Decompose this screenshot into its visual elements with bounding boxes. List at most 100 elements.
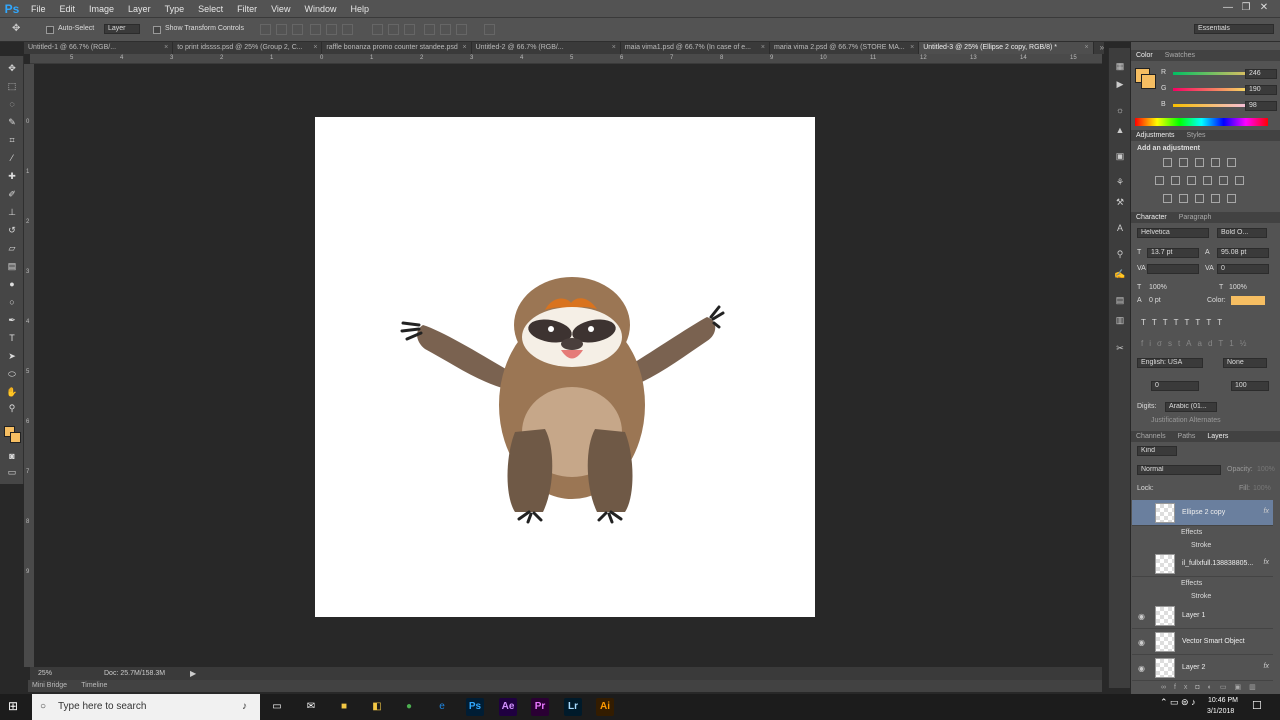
clone-source-icon[interactable]: ⚘ xyxy=(1114,176,1126,188)
after-effects-icon[interactable]: Ae xyxy=(499,698,517,716)
layer-row[interactable]: il_fullxfull.138838805... fx xyxy=(1132,551,1273,577)
tab-mini-bridge[interactable]: Mini Bridge xyxy=(32,682,67,689)
task-view-icon[interactable]: ▭ xyxy=(268,698,286,716)
document-canvas[interactable] xyxy=(315,117,815,617)
tab-untitled-1[interactable]: Untitled-1 @ 66.7% (RGB/... × xyxy=(24,42,174,54)
close-icon[interactable]: × xyxy=(1084,42,1088,54)
layer-name[interactable]: il_fullxfull.138838805... xyxy=(1182,560,1253,567)
menu-window[interactable]: Window xyxy=(297,0,343,18)
stamp-tool-icon[interactable]: ⊥ xyxy=(6,206,18,218)
close-icon[interactable]: × xyxy=(761,42,765,54)
tab-timeline[interactable]: Timeline xyxy=(81,682,107,689)
horizontal-scale-value[interactable]: 100% xyxy=(1229,284,1247,291)
opacity-value[interactable]: 100% xyxy=(1257,466,1275,473)
clock-date[interactable]: 3/1/2018 xyxy=(1207,708,1234,715)
premiere-icon[interactable]: Pr xyxy=(531,698,549,716)
tab-raffle[interactable]: raffle bonanza promo counter standee.psd… xyxy=(322,42,472,54)
auto-align-icon[interactable] xyxy=(484,24,495,35)
opentype-buttons[interactable]: fiσstAadT1½ xyxy=(1141,339,1252,348)
gradient-tool-icon[interactable]: ▤ xyxy=(6,260,18,272)
transform-controls-checkbox[interactable] xyxy=(153,26,161,34)
color-lookup-icon[interactable] xyxy=(1235,176,1244,185)
spacing-field[interactable]: 100 xyxy=(1231,381,1269,391)
tab-to-print[interactable]: to print idssss.psd @ 25% (Group 2, C...… xyxy=(173,42,323,54)
quick-select-tool-icon[interactable]: ✎ xyxy=(6,116,18,128)
distribute-right-icon[interactable] xyxy=(456,24,467,35)
brightness-icon[interactable] xyxy=(1163,158,1172,167)
red-value[interactable]: 246 xyxy=(1245,69,1277,79)
digits-dropdown[interactable]: Arabic (01... xyxy=(1165,402,1217,412)
gradient-map-icon[interactable] xyxy=(1211,194,1220,203)
levels-icon[interactable] xyxy=(1179,158,1188,167)
justification-alternates[interactable]: Justification Alternates xyxy=(1151,417,1221,424)
layer-name[interactable]: Layer 1 xyxy=(1182,612,1205,619)
tracking-field[interactable]: 0 xyxy=(1217,264,1269,274)
hue-saturation-icon[interactable] xyxy=(1155,176,1164,185)
background-color-swatch[interactable] xyxy=(10,432,21,443)
type-tool-icon[interactable]: T xyxy=(6,332,18,344)
layer-name[interactable]: Vector Smart Object xyxy=(1182,638,1245,645)
menu-help[interactable]: Help xyxy=(343,0,376,18)
eraser-tool-icon[interactable]: ▱ xyxy=(6,242,18,254)
blue-value[interactable]: 98 xyxy=(1245,101,1277,111)
move-tool-icon[interactable]: ✥ xyxy=(12,23,20,34)
text-color-swatch[interactable] xyxy=(1231,296,1265,305)
align-right-icon[interactable] xyxy=(342,24,353,35)
layer-kind-filter[interactable]: Kind xyxy=(1137,446,1177,456)
distribute-left-icon[interactable] xyxy=(424,24,435,35)
menu-file[interactable]: File xyxy=(24,0,53,18)
layer-footer-buttons[interactable]: ∞fx◘◐▭▣▥ xyxy=(1161,683,1264,691)
layer-row[interactable]: Ellipse 2 copy fx xyxy=(1132,500,1273,526)
close-icon[interactable]: × xyxy=(612,42,616,54)
font-family-dropdown[interactable]: Helvetica xyxy=(1137,228,1209,238)
background-color-swatch[interactable] xyxy=(1141,74,1156,89)
close-icon[interactable]: × xyxy=(463,42,467,54)
notes-icon[interactable]: ✍ xyxy=(1114,268,1126,280)
menu-edit[interactable]: Edit xyxy=(53,0,83,18)
taskbar-search[interactable]: ○ Type here to search ♪ xyxy=(32,694,260,720)
anti-alias-dropdown[interactable]: None xyxy=(1223,358,1267,368)
quick-mask-icon[interactable]: ◙ xyxy=(6,450,18,462)
photoshop-taskbar-icon[interactable]: Ps xyxy=(466,698,484,716)
menu-layer[interactable]: Layer xyxy=(121,0,158,18)
info-icon[interactable]: ▲ xyxy=(1114,124,1126,136)
restore-icon[interactable]: ❐ xyxy=(1238,0,1254,16)
minimize-icon[interactable]: — xyxy=(1220,0,1236,16)
tab-maia-vima1[interactable]: maia vima1.psd @ 66.7% (In case of e... × xyxy=(621,42,771,54)
close-icon[interactable]: × xyxy=(313,42,317,54)
tabs-overflow-icon[interactable]: » xyxy=(1100,42,1104,54)
chrome-icon[interactable]: ● xyxy=(400,698,418,716)
text-style-buttons[interactable]: TTTTTTTT xyxy=(1141,318,1228,327)
photo-filter-icon[interactable] xyxy=(1203,176,1212,185)
mail-icon[interactable]: ✉ xyxy=(302,698,320,716)
store-icon[interactable]: ◧ xyxy=(368,698,386,716)
font-style-dropdown[interactable]: Bold O... xyxy=(1217,228,1267,238)
tab-paths[interactable]: Paths xyxy=(1173,433,1201,440)
align-middle-icon[interactable] xyxy=(276,24,287,35)
close-icon[interactable]: × xyxy=(164,42,168,54)
brush-presets-icon[interactable]: ▣ xyxy=(1114,150,1126,162)
leading-field[interactable]: 95.08 pt xyxy=(1217,248,1269,258)
lasso-tool-icon[interactable]: ◌ xyxy=(6,98,18,110)
invert-icon[interactable] xyxy=(1163,194,1172,203)
tab-untitled-2[interactable]: Untitled-2 @ 66.7% (RGB/... × xyxy=(472,42,621,54)
properties-icon[interactable]: ☼ xyxy=(1114,104,1126,116)
distribute-top-icon[interactable] xyxy=(372,24,383,35)
auto-select-checkbox[interactable] xyxy=(46,26,54,34)
black-white-icon[interactable] xyxy=(1187,176,1196,185)
align-left-icon[interactable] xyxy=(310,24,321,35)
indent-field[interactable]: 0 xyxy=(1151,381,1199,391)
kerning-field[interactable] xyxy=(1147,264,1199,274)
crop-tool-icon[interactable]: ⌗ xyxy=(6,134,18,146)
font-size-field[interactable]: 13.7 pt xyxy=(1147,248,1199,258)
fx-icon[interactable]: fx xyxy=(1264,663,1269,670)
fill-value[interactable]: 100% xyxy=(1253,485,1271,492)
shape-tool-icon[interactable]: ⬭ xyxy=(6,368,18,380)
brush-tool-icon[interactable]: ✐ xyxy=(6,188,18,200)
eyedropper-tool-icon[interactable]: ⁄ xyxy=(6,152,18,164)
path-select-icon[interactable]: ➤ xyxy=(6,350,18,362)
zoom-level[interactable]: 25% xyxy=(38,670,52,677)
navigator-icon[interactable]: ▥ xyxy=(1114,314,1126,326)
layer-row[interactable]: ◉ Layer 1 xyxy=(1132,603,1273,629)
lightroom-icon[interactable]: Lr xyxy=(564,698,582,716)
